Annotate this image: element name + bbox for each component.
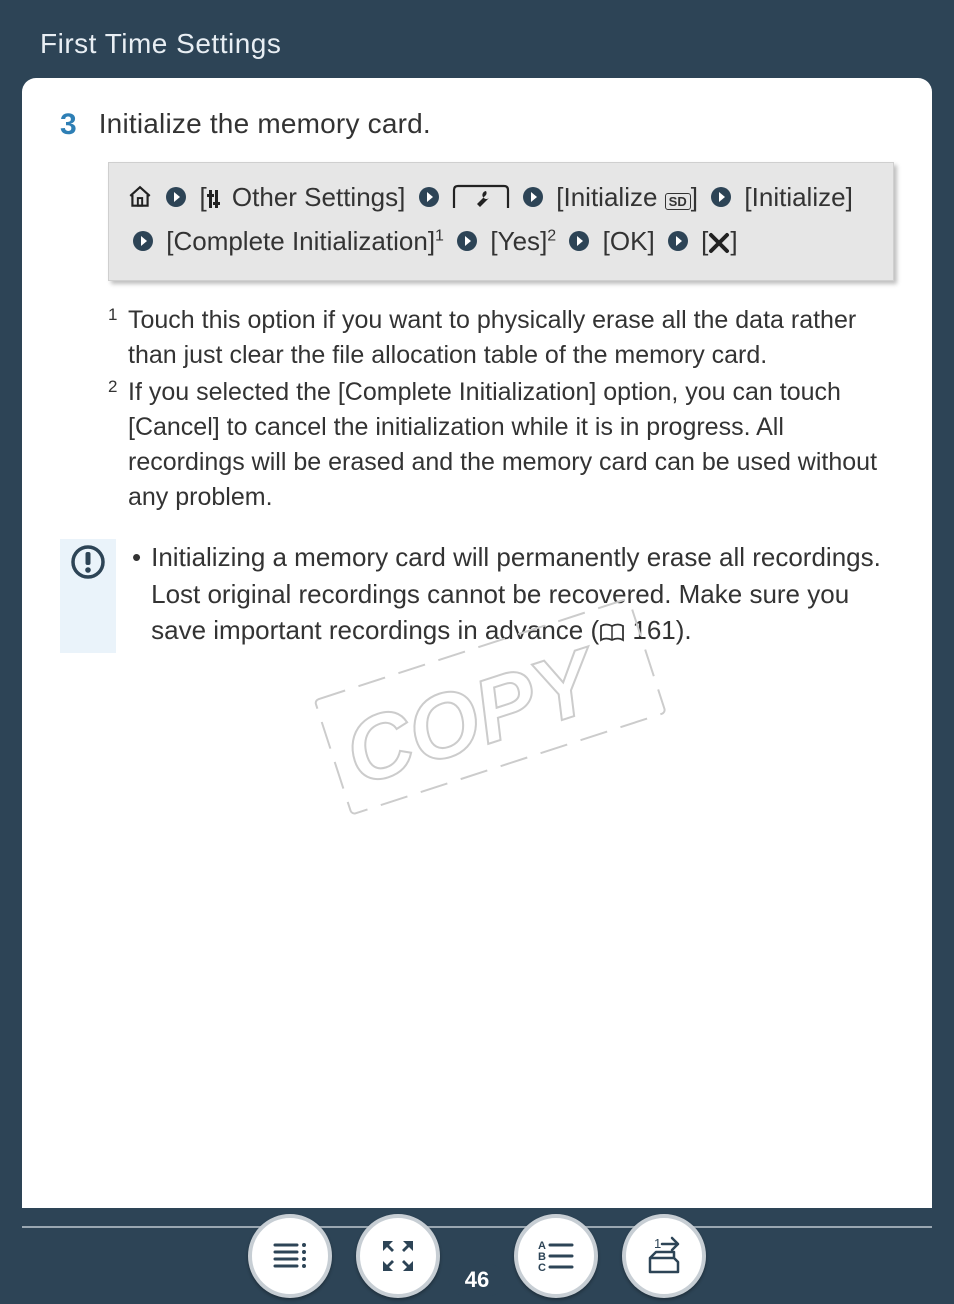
svg-text:C: C [538, 1262, 546, 1274]
footnote-number: 2 [108, 378, 120, 515]
nav-item-yes: Yes [498, 226, 540, 256]
step-row: 3 Initialize the memory card. [60, 108, 894, 140]
page-number-badge: 46 [449, 1264, 505, 1296]
section-title: First Time Settings [40, 28, 281, 59]
sliders-icon [207, 181, 225, 221]
svg-text:COPY: COPY [334, 629, 614, 805]
footnote-2: 2 If you selected the [Complete Initiali… [108, 375, 894, 515]
close-x-icon [708, 225, 730, 265]
nav-item-initialize: Initialize [752, 182, 846, 212]
toc-button[interactable] [248, 1214, 332, 1298]
bullet-icon: • [132, 539, 141, 654]
page-panel: 3 Initialize the memory card. [ Other Se… [22, 78, 932, 1208]
fullscreen-button[interactable] [356, 1214, 440, 1298]
home-icon [127, 181, 153, 221]
arrow-icon [567, 224, 591, 264]
arrow-icon [131, 224, 155, 264]
navigation-path-box: [ Other Settings] [Initialize SD] [Initi… [108, 162, 894, 281]
back-button[interactable]: 1 [622, 1214, 706, 1298]
nav-item-other-settings: Other Settings [232, 182, 398, 212]
footnotes: 1 Touch this option if you want to physi… [108, 303, 894, 515]
caution-body: Initializing a memory card will permanen… [151, 539, 894, 654]
wrench-tab-icon [452, 181, 510, 221]
nav-sequence: [ Other Settings] [Initialize SD] [Initi… [127, 182, 853, 256]
exclamation-icon [71, 545, 105, 654]
nav-item-initialize-sd: Initialize [564, 182, 658, 212]
arrow-icon [417, 180, 441, 220]
caution-text: • Initializing a memory card will perman… [132, 539, 894, 654]
nav-item-complete-init: Complete Initialization [173, 226, 427, 256]
nav-item-ok: OK [610, 226, 648, 256]
superscript-2: 2 [547, 228, 556, 245]
arrow-icon [709, 180, 733, 220]
footnote-number: 1 [108, 306, 120, 373]
arrow-icon [455, 224, 479, 264]
sd-card-icon: SD [665, 193, 691, 210]
footnote-text: If you selected the [Complete Initializa… [128, 375, 894, 515]
caution-block: • Initializing a memory card will perman… [60, 539, 894, 654]
section-header: First Time Settings [0, 0, 954, 78]
index-button[interactable]: A B C [514, 1214, 598, 1298]
step-number: 3 [60, 110, 77, 140]
arrow-icon [164, 180, 188, 220]
caution-icon-column [60, 539, 116, 654]
superscript-1: 1 [435, 228, 444, 245]
bottom-toolbar: A B C 1 46 [0, 1208, 954, 1304]
book-icon [599, 616, 625, 653]
svg-text:1: 1 [654, 1236, 661, 1251]
arrow-icon [666, 224, 690, 264]
step-title: Initialize the memory card. [99, 108, 431, 140]
footnote-1: 1 Touch this option if you want to physi… [108, 303, 894, 373]
arrow-icon [521, 180, 545, 220]
footnote-text: Touch this option if you want to physica… [128, 303, 894, 373]
